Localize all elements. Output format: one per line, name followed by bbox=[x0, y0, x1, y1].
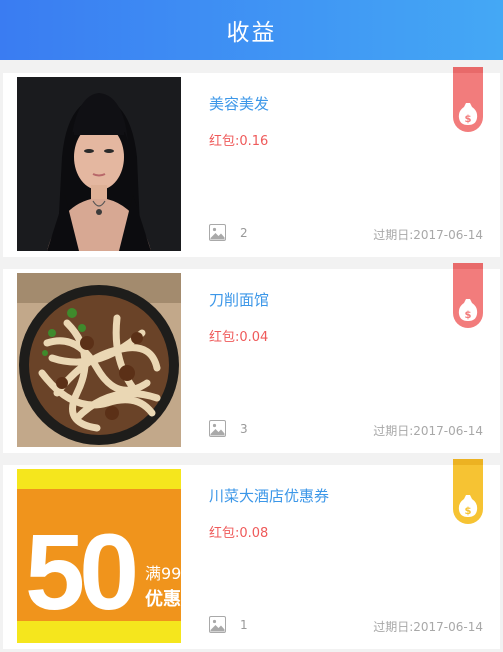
expire-value: 2017-06-14 bbox=[413, 424, 483, 438]
card-image-coupon: 50 满99 优惠 bbox=[17, 469, 181, 643]
expire-value: 2017-06-14 bbox=[413, 228, 483, 242]
money-bag-badge: $ bbox=[453, 263, 483, 328]
expire-label: 过期日: bbox=[373, 424, 414, 438]
coupon-big-number: 50 bbox=[25, 511, 135, 632]
expire-date: 过期日:2017-06-14 bbox=[373, 422, 483, 439]
expire-value: 2017-06-14 bbox=[413, 620, 483, 634]
svg-text:$: $ bbox=[465, 506, 472, 517]
image-icon bbox=[209, 224, 226, 241]
expire-label: 过期日: bbox=[373, 228, 414, 242]
expire-date: 过期日:2017-06-14 bbox=[373, 226, 483, 243]
item-title[interactable]: 刀削面馆 bbox=[209, 289, 269, 310]
reward-card-2[interactable]: 刀削面馆 红包:0.04 3 过期日:2017-06-14 $ bbox=[3, 263, 500, 453]
page-title: 收益 bbox=[226, 20, 277, 46]
reward-card-1[interactable]: 美容美发 红包:0.16 2 过期日:2017-06-14 $ bbox=[3, 67, 500, 257]
card-image-portrait bbox=[17, 77, 181, 251]
reward-card-3[interactable]: 50 满99 优惠 川菜大酒店优惠券 红包:0.08 1 过期日:2017-06… bbox=[3, 459, 500, 649]
red-packet-amount: 红包:0.16 bbox=[209, 134, 269, 149]
item-title[interactable]: 美容美发 bbox=[209, 93, 269, 114]
header-bar: 收益 bbox=[0, 0, 503, 60]
svg-text:$: $ bbox=[465, 310, 472, 321]
card-image-noodles bbox=[17, 273, 181, 447]
svg-text:$: $ bbox=[465, 114, 472, 125]
image-count: 1 bbox=[240, 618, 248, 632]
image-count: 3 bbox=[240, 422, 248, 436]
money-bag-badge: $ bbox=[453, 459, 483, 524]
expire-label: 过期日: bbox=[373, 620, 414, 634]
red-packet-amount: 红包:0.04 bbox=[209, 330, 269, 345]
image-count: 2 bbox=[240, 226, 248, 240]
coupon-text-line2: 优惠 bbox=[145, 588, 181, 610]
image-icon bbox=[209, 616, 226, 633]
coupon-text-line1: 满99 bbox=[145, 564, 181, 583]
image-icon bbox=[209, 420, 226, 437]
expire-date: 过期日:2017-06-14 bbox=[373, 618, 483, 635]
red-packet-amount: 红包:0.08 bbox=[209, 526, 269, 541]
money-bag-badge: $ bbox=[453, 67, 483, 132]
item-title[interactable]: 川菜大酒店优惠券 bbox=[209, 485, 329, 506]
